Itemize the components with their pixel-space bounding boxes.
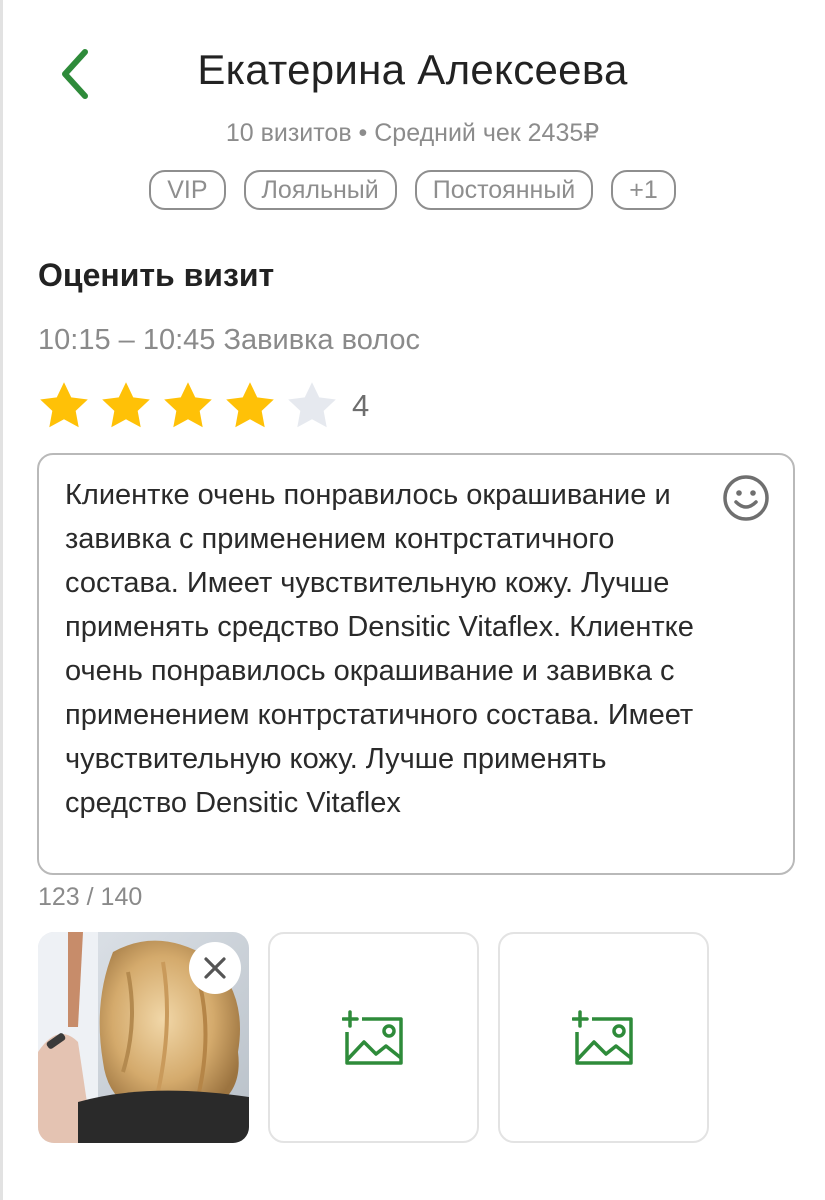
client-meta: 10 визитов • Средний чек 2435₽: [225, 119, 600, 147]
tag-more[interactable]: +1: [611, 170, 676, 210]
photo-thumbnail[interactable]: [38, 932, 249, 1143]
rate-visit-title: Оценить визит: [38, 257, 275, 293]
tag-regular[interactable]: Постоянный: [414, 170, 594, 210]
tag-vip[interactable]: VIP: [149, 170, 226, 210]
smiley-icon[interactable]: [721, 473, 771, 523]
tag-list: VIP Лояльный Постоянный +1: [0, 170, 825, 210]
star-4-icon[interactable]: [222, 378, 278, 434]
star-2-icon[interactable]: [98, 378, 154, 434]
client-name: Екатерина Алексеева: [197, 46, 628, 93]
star-3-icon[interactable]: [160, 378, 216, 434]
remove-photo-button[interactable]: [189, 942, 241, 994]
comment-text[interactable]: Клиентке очень понравилось окрашивание и…: [65, 473, 725, 825]
add-photo-slot-2[interactable]: [498, 932, 709, 1143]
char-counter: 123 / 140: [38, 883, 143, 911]
star-1-icon[interactable]: [36, 378, 92, 434]
add-image-icon: [571, 1009, 633, 1065]
visit-info: 10:15 – 10:45 Завивка волос: [38, 324, 421, 356]
tag-loyal[interactable]: Лояльный: [243, 170, 397, 210]
star-rating: 4: [36, 378, 369, 434]
close-icon: [204, 957, 226, 979]
add-image-icon: [341, 1009, 403, 1065]
add-photo-slot-1[interactable]: [268, 932, 479, 1143]
star-5-icon[interactable]: [284, 378, 340, 434]
rating-value: 4: [352, 388, 370, 423]
comment-field[interactable]: Клиентке очень понравилось окрашивание и…: [37, 453, 795, 875]
